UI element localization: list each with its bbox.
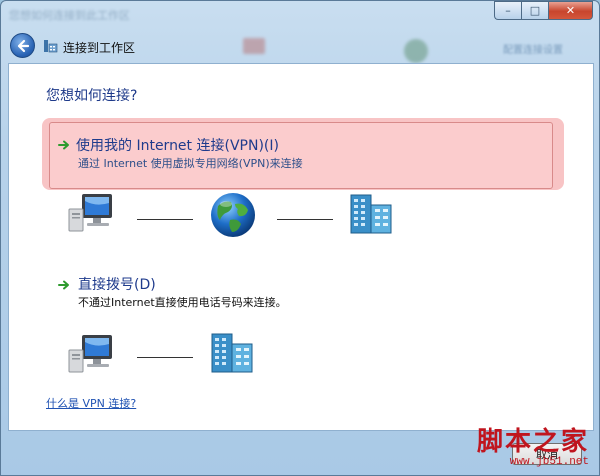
green-arrow-icon xyxy=(58,140,69,150)
back-button[interactable] xyxy=(10,33,35,58)
server-building-icon xyxy=(211,333,253,373)
server-building-icon xyxy=(350,194,392,234)
page-heading: 您想如何连接? xyxy=(46,88,138,104)
computer-icon xyxy=(68,194,112,232)
connect-workplace-window: 您想如何连接到此工作区 配置连接设置 – □ ✕ 连接到工作区 您想如何连接? … xyxy=(0,0,600,476)
network-workplace-icon xyxy=(44,40,58,53)
vpn-option-title[interactable]: 使用我的 Internet 连接(VPN)(I) xyxy=(76,135,279,155)
globe-internet-icon xyxy=(211,193,255,237)
connection-line xyxy=(137,219,193,220)
vpn-help-link[interactable]: 什么是 VPN 连接? xyxy=(46,395,136,411)
vpn-option-description: 通过 Internet 使用虚拟专用网络(VPN)来连接 xyxy=(78,157,303,170)
navigation-bar: 连接到工作区 xyxy=(1,31,599,63)
maximize-button[interactable]: □ xyxy=(521,1,548,20)
title-bar[interactable]: 您想如何连接到此工作区 配置连接设置 – □ ✕ xyxy=(1,1,599,63)
watermark-text: 脚本之家 xyxy=(476,427,589,457)
connection-line xyxy=(137,357,193,358)
back-arrow-icon xyxy=(17,39,29,52)
close-button[interactable]: ✕ xyxy=(548,1,593,20)
green-arrow-icon xyxy=(58,280,69,290)
content-pane: 您想如何连接? 使用我的 Internet 连接(VPN)(I) 通过 Inte… xyxy=(8,63,594,431)
window-title: 您想如何连接到此工作区 xyxy=(9,9,130,22)
wizard-title: 连接到工作区 xyxy=(63,41,136,55)
site-watermark: 脚本之家 www.jb51.net xyxy=(477,421,589,468)
window-controls: – □ ✕ xyxy=(494,1,593,20)
dialup-option-description: 不通过Internet直接使用电话号码来连接。 xyxy=(78,296,287,309)
minimize-button[interactable]: – xyxy=(494,1,521,20)
dialup-option-title[interactable]: 直接拨号(D) xyxy=(78,274,156,294)
computer-icon xyxy=(68,335,112,373)
connection-line xyxy=(277,219,333,220)
